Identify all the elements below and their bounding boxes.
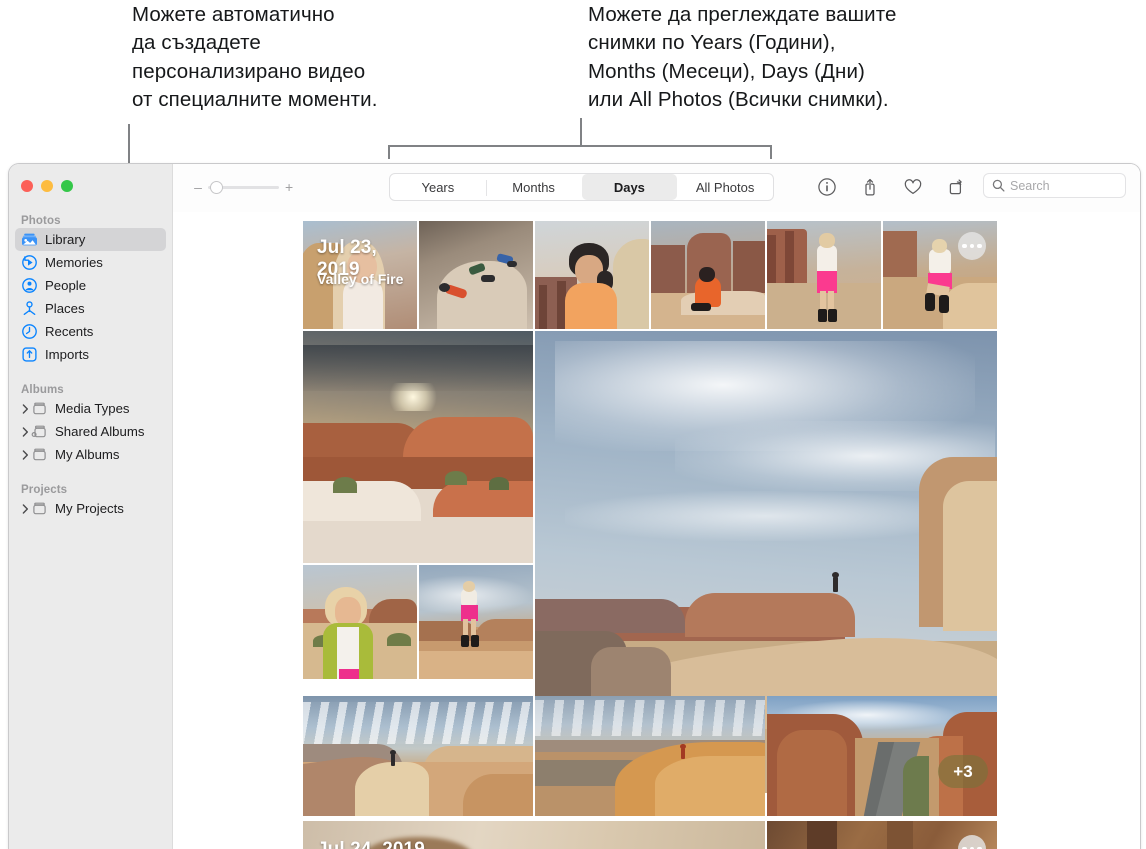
sidebar-item-shared-albums[interactable]: Shared Albums — [15, 420, 166, 443]
imports-icon — [21, 346, 38, 363]
dot — [977, 243, 982, 249]
toolbar: – + Years Months Days All Photos — [173, 164, 1140, 212]
sidebar-section-photos-list: Library Memories People Places Recents I… — [9, 228, 172, 366]
photos-app-window: Photos Library Memories People Places Re… — [8, 163, 1141, 849]
day-place-label: Valley of Fire — [317, 271, 404, 287]
photo-thumbnail[interactable] — [419, 565, 533, 679]
day-date-label: Jul 24, 2019 — [317, 839, 425, 849]
places-icon — [21, 300, 38, 317]
tab-years[interactable]: Years — [390, 174, 486, 200]
photo-thumbnail[interactable]: Jul 23, 2019 Valley of Fire — [303, 221, 417, 329]
callout-view-modes-text: Можете да преглеждате вашите снимки по Y… — [588, 3, 897, 112]
callout-right-bracket-left — [388, 145, 390, 159]
memories-icon — [21, 254, 38, 271]
photo-thumbnail[interactable] — [767, 821, 997, 849]
sidebar-section-photos-title: Photos — [21, 215, 61, 227]
day-more-options-button[interactable] — [958, 835, 986, 849]
sidebar-item-label: Media Types — [55, 401, 130, 416]
chevron-right-icon[interactable] — [21, 449, 30, 460]
album-icon — [31, 400, 48, 417]
photo-thumbnail[interactable] — [303, 696, 533, 816]
sidebar-item-places[interactable]: Places — [15, 297, 166, 320]
sidebar-item-my-albums[interactable]: My Albums — [15, 443, 166, 466]
album-icon — [31, 500, 48, 517]
zoom-out-label[interactable]: – — [194, 180, 202, 194]
sidebar-item-recents[interactable]: Recents — [15, 320, 166, 343]
library-icon — [21, 231, 38, 248]
sidebar-item-label: My Projects — [55, 501, 124, 516]
photo-thumbnail[interactable] — [535, 696, 765, 816]
zoom-button[interactable] — [61, 180, 73, 192]
zoom-slider[interactable]: – + — [194, 180, 293, 194]
people-icon — [21, 277, 38, 294]
photo-thumbnail[interactable] — [767, 221, 881, 329]
photo-thumbnail[interactable] — [303, 331, 533, 563]
sidebar-section-projects-list: My Projects — [9, 497, 172, 520]
close-button[interactable] — [21, 180, 33, 192]
content-area: – + Years Months Days All Photos Search … — [173, 164, 1140, 849]
sidebar-item-label: Memories — [45, 255, 103, 270]
recents-icon — [21, 323, 38, 340]
day-more-options-button[interactable] — [958, 232, 986, 260]
photo-thumbnail[interactable] — [651, 221, 765, 329]
view-mode-segmented-control[interactable]: Years Months Days All Photos — [389, 173, 774, 201]
sidebar-item-my-projects[interactable]: My Projects — [15, 497, 166, 520]
photo-thumbnail[interactable]: +3 — [767, 696, 997, 816]
sidebar-item-label: Recents — [45, 324, 94, 339]
sidebar: Photos Library Memories People Places Re… — [9, 164, 173, 849]
photo-count-badge[interactable]: +3 — [938, 755, 988, 788]
search-input[interactable] — [1010, 178, 1115, 193]
sidebar-item-imports[interactable]: Imports — [15, 343, 166, 366]
screenshot-root: Можете автоматично да създадете персонал… — [0, 0, 1146, 849]
heart-icon[interactable] — [899, 173, 927, 201]
callout-right-leader-line — [580, 118, 582, 146]
shared-album-icon — [31, 423, 48, 440]
window-controls[interactable] — [21, 180, 73, 192]
photo-thumbnail[interactable] — [883, 221, 997, 329]
minimize-button[interactable] — [41, 180, 53, 192]
sidebar-item-people[interactable]: People — [15, 274, 166, 297]
dot — [962, 243, 967, 249]
share-icon[interactable] — [856, 173, 884, 201]
tab-days[interactable]: Days — [581, 174, 678, 200]
sidebar-section-albums-title: Albums — [21, 384, 64, 396]
sidebar-item-label: My Albums — [55, 447, 120, 462]
tab-all-photos[interactable]: All Photos — [677, 174, 773, 200]
sidebar-item-library[interactable]: Library — [15, 228, 166, 251]
callout-right-bracket — [388, 145, 772, 147]
info-icon[interactable] — [813, 173, 841, 201]
sidebar-section-albums-list: Media Types Shared Albums My Albums — [9, 397, 172, 466]
photo-thumbnail[interactable] — [303, 565, 417, 679]
photo-thumbnail[interactable] — [535, 221, 649, 329]
rotate-icon[interactable] — [942, 173, 970, 201]
sidebar-item-label: People — [45, 278, 87, 293]
tab-months[interactable]: Months — [485, 174, 582, 200]
sidebar-item-label: Library — [45, 232, 86, 247]
chevron-right-icon[interactable] — [21, 503, 30, 514]
zoom-in-label[interactable]: + — [285, 180, 293, 194]
chevron-right-icon[interactable] — [21, 426, 30, 437]
dot — [969, 243, 975, 249]
sidebar-item-memories[interactable]: Memories — [15, 251, 166, 274]
search-field[interactable] — [983, 173, 1126, 198]
sidebar-section-projects-title: Projects — [21, 484, 68, 496]
sidebar-item-label: Imports — [45, 347, 89, 362]
callout-right-bracket-right — [770, 145, 772, 159]
zoom-slider-track[interactable] — [208, 180, 279, 194]
sidebar-item-label: Shared Albums — [55, 424, 145, 439]
photo-thumbnail[interactable]: Jul 24, 2019 — [303, 821, 765, 849]
sidebar-item-media-types[interactable]: Media Types — [15, 397, 166, 420]
sidebar-item-label: Places — [45, 301, 85, 316]
photo-thumbnail[interactable] — [419, 221, 533, 329]
photo-grid: Jul 23, 2019 Valley of Fire +3 — [303, 212, 1025, 849]
album-icon — [31, 446, 48, 463]
toolbar-actions — [813, 173, 970, 201]
search-icon — [992, 179, 1005, 192]
callout-memories-text: Можете автоматично да създадете персонал… — [132, 3, 378, 112]
chevron-right-icon[interactable] — [21, 403, 30, 414]
zoom-slider-knob[interactable] — [210, 180, 223, 194]
